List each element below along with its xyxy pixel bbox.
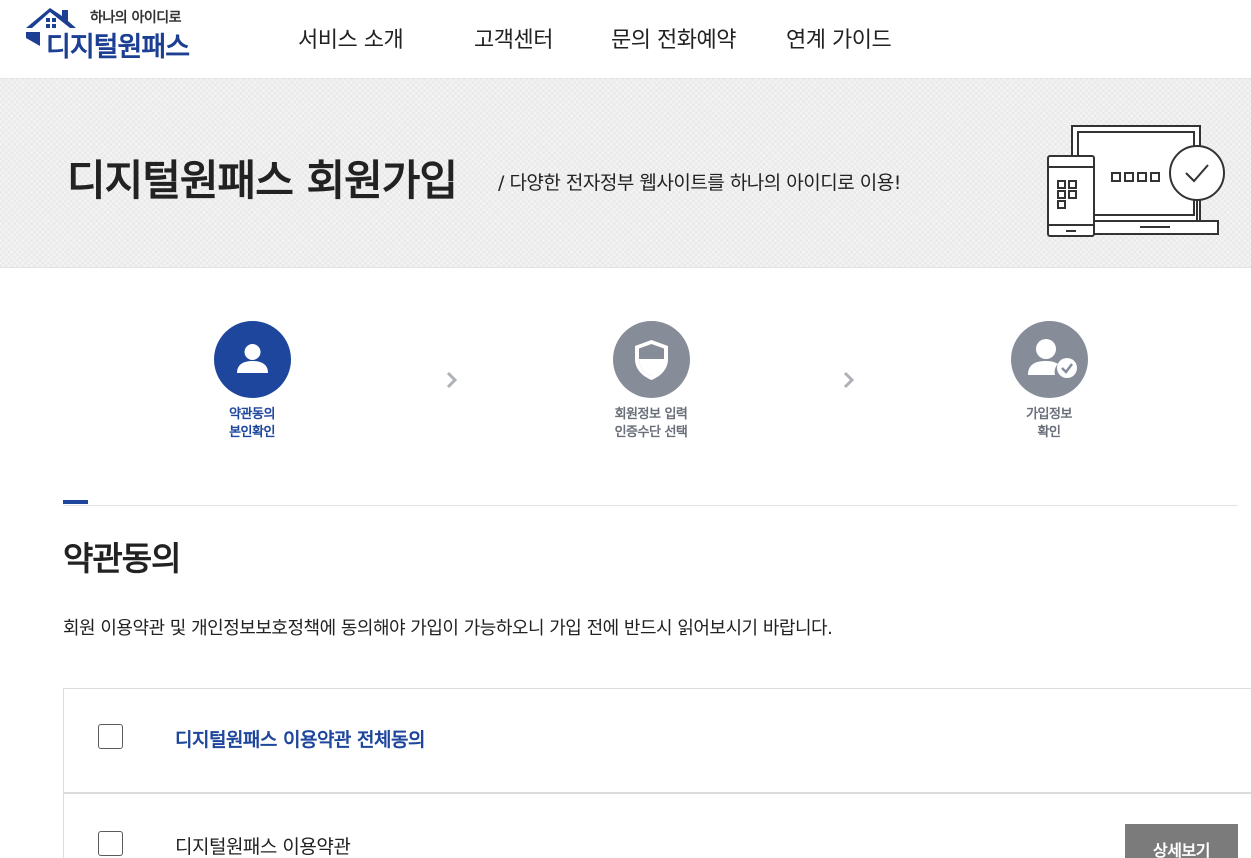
agree-all-row: 디지털원패스 이용약관 전체동의 (64, 689, 1251, 794)
step-terms-identity: 약관동의 본인확인 (172, 321, 332, 442)
terms-detail-button[interactable]: 상세보기 (1125, 824, 1238, 858)
agree-terms-checkbox[interactable] (98, 831, 123, 856)
nav-service-intro[interactable]: 서비스 소개 (298, 22, 404, 54)
devices-illustration-icon (1047, 125, 1225, 237)
step-member-info: 회원정보 입력 인증수단 선택 (571, 321, 731, 442)
logo[interactable]: 하나의 아이디로 디지털원패스 (24, 4, 224, 63)
page-banner: 디지털원패스 회원가입 / 다양한 전자정부 웹사이트를 하나의 아이디로 이용… (0, 79, 1251, 268)
step-circle (1010, 321, 1088, 398)
logo-name: 디지털원패스 (46, 32, 190, 63)
section-accent-bar (63, 500, 88, 504)
logo-tagline: 하나의 아이디로 (90, 10, 182, 26)
agreement-list: 디지털원패스 이용약관 전체동의 디지털원패스 이용약관 상세보기 (63, 688, 1251, 858)
nav-phone-reservation[interactable]: 문의 전화예약 (611, 22, 736, 54)
section-divider (63, 505, 1238, 506)
step-circle (612, 321, 690, 398)
page-subtitle: / 다양한 전자정부 웹사이트를 하나의 아이디로 이용! (498, 172, 901, 194)
section-description: 회원 이용약관 및 개인정보보호정책에 동의해야 가입이 가능하오니 가입 전에… (63, 618, 833, 639)
agree-all-label[interactable]: 디지털원패스 이용약관 전체동의 (175, 725, 425, 752)
step-circle (213, 321, 291, 398)
step-label: 가입정보 확인 (1026, 407, 1072, 440)
shield-icon (634, 340, 668, 380)
section-title: 약관동의 (63, 539, 181, 578)
nav-customer-center[interactable]: 고객센터 (474, 22, 553, 54)
agree-item-row: 디지털원패스 이용약관 상세보기 (64, 796, 1251, 858)
agree-terms-label[interactable]: 디지털원패스 이용약관 (175, 832, 351, 858)
step-label: 약관동의 본인확인 (229, 407, 275, 440)
step-confirm-info: 가입정보 확인 (969, 321, 1129, 442)
page-title: 디지털원패스 회원가입 (67, 156, 458, 205)
user-check-icon (1027, 339, 1077, 378)
chevron-right-icon (446, 371, 458, 389)
nav-integration-guide[interactable]: 연계 가이드 (786, 22, 892, 54)
agree-all-checkbox[interactable] (98, 724, 123, 749)
chevron-right-icon (843, 371, 855, 389)
header: 하나의 아이디로 디지털원패스 서비스 소개 고객센터 문의 전화예약 연계 가… (0, 0, 1251, 79)
user-icon (236, 344, 268, 373)
step-label: 회원정보 입력 인증수단 선택 (614, 407, 688, 440)
